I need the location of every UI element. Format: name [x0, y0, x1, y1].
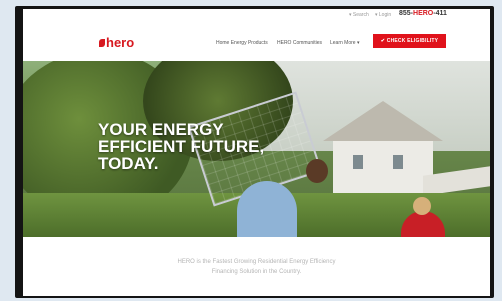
- site-header: hero Home Energy Products HERO Communiti…: [23, 21, 490, 61]
- check-eligibility-button[interactable]: ✔ CHECK ELIGIBILITY: [373, 34, 446, 48]
- tagline-line: Financing Solution in the Country.: [211, 269, 302, 275]
- child-head: [413, 197, 431, 215]
- phone-prefix: 855-: [399, 10, 414, 17]
- headline-line: TODAY.: [98, 154, 159, 173]
- logo-mark-icon: [99, 39, 105, 47]
- headline-line: YOUR ENERGY: [98, 120, 224, 139]
- house-window: [393, 155, 403, 169]
- hero-logo[interactable]: hero: [99, 35, 134, 50]
- phone-suffix: -411: [433, 10, 447, 17]
- webpage-screen: ▾ Search ▾ Login 855-HERO-411 hero Home …: [23, 9, 490, 296]
- porch: [423, 166, 490, 196]
- headline-line: EFFICIENT FUTURE,: [98, 137, 265, 156]
- tagline-line: HERO is the Fastest Growing Residential …: [177, 259, 336, 265]
- hero-banner: YOUR ENERGY EFFICIENT FUTURE, TODAY.: [23, 61, 490, 237]
- nav-home-energy-products[interactable]: Home Energy Products: [216, 40, 268, 46]
- nav-learn-more[interactable]: Learn More ▾: [330, 40, 359, 46]
- logo-text: hero: [106, 35, 135, 50]
- person: [237, 181, 297, 237]
- hero-headline: YOUR ENERGY EFFICIENT FUTURE, TODAY.: [98, 121, 338, 172]
- house-window: [353, 155, 363, 169]
- phone-accent: HERO: [413, 10, 434, 17]
- login-link[interactable]: ▾ Login: [375, 12, 391, 18]
- tagline: HERO is the Fastest Growing Residential …: [123, 257, 390, 277]
- nav-hero-communities[interactable]: HERO Communities: [277, 40, 322, 46]
- house-roof: [323, 101, 443, 141]
- search-link[interactable]: ▾ Search: [349, 12, 369, 18]
- phone-number[interactable]: 855-HERO-411: [399, 10, 447, 17]
- utility-bar: ▾ Search ▾ Login 855-HERO-411: [23, 9, 490, 21]
